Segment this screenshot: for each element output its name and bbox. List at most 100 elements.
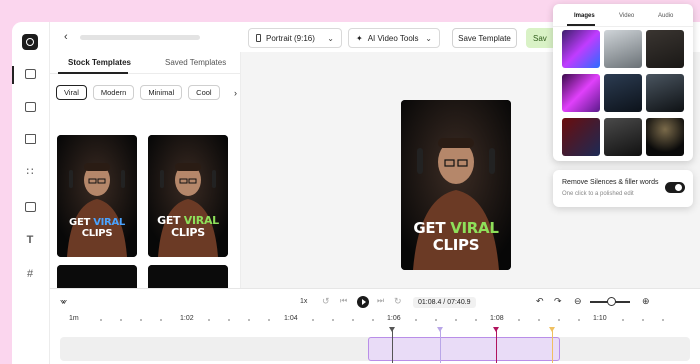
collapse-icon[interactable]: ⩖ [60,296,67,307]
tab-stock-templates[interactable]: Stock Templates [68,58,131,67]
ruler-label: 1:08 [490,315,504,322]
image-thumbnail[interactable] [604,118,642,156]
ruler-tick [208,319,210,321]
ruler-tick [475,319,477,321]
chip-cool[interactable]: Cool [188,85,220,100]
image-thumbnail[interactable] [604,74,642,112]
image-thumbnail[interactable] [604,30,642,68]
category-chips: Viral Modern Minimal Cool [56,85,220,100]
forward-icon[interactable]: ↻ [394,296,402,307]
format-dropdown[interactable]: Portrait (9:16) ⌄ [248,28,342,48]
ruler-tick [538,319,540,321]
remove-silences-toggle[interactable] [665,182,685,193]
marker-head-icon[interactable] [389,327,395,332]
format-label: Portrait (9:16) [266,33,315,43]
ruler-tick [578,319,580,321]
video-track[interactable] [60,337,690,361]
template-card[interactable]: GET VIRAL CLIPS [148,135,228,257]
save-template-button[interactable]: Save Template [452,28,517,48]
timeline-panel: ⩖ 1x ↺ ⏮ ⏭ ↻ 01:08.4 / 07:40.9 ↶ ↷ ⊖ ⊕ 1… [50,288,700,364]
play-button[interactable] [357,296,369,308]
caption-word: CLIPS [81,228,113,239]
playhead-head-icon[interactable] [493,327,499,332]
ai-tools-dropdown[interactable]: ✦ AI Video Tools ⌄ [348,28,440,48]
image-thumbnail[interactable] [646,118,684,156]
tab-images[interactable]: Images [574,13,595,19]
back-chevron-icon[interactable]: ‹ [64,31,68,43]
caption-word: CLIPS [432,236,480,254]
video-preview[interactable]: GET VIRAL CLIPS [401,100,511,270]
marker[interactable] [440,329,441,363]
marker[interactable] [552,329,553,363]
project-title-placeholder[interactable] [80,35,200,40]
tool-rail: ∷ T # [12,22,50,364]
marker-head-icon[interactable] [437,327,443,332]
ruler-label: 1:02 [180,315,194,322]
playhead[interactable] [496,329,497,363]
caption-highlight: VIRAL [450,219,499,237]
ruler-tick [642,319,644,321]
chevron-right-icon[interactable]: › [234,88,237,98]
ruler-label: 1:04 [284,315,298,322]
tab-audio[interactable]: Audio [658,13,673,19]
time-ruler[interactable]: 1m 1:02 1:04 1:06 1:08 1:10 [50,315,700,327]
ruler-tick [455,319,457,321]
ruler-label: 1:10 [593,315,607,322]
ruler-tick [120,319,122,321]
ruler-tick [160,319,162,321]
marker[interactable] [392,329,393,363]
image-thumbnail[interactable] [562,74,600,112]
elements-icon[interactable]: ∷ [23,166,37,178]
ruler-tick [415,319,417,321]
zoom-out-icon[interactable]: ⊖ [574,296,582,307]
rewind-icon[interactable]: ↺ [322,296,330,307]
tab-active-indicator [58,72,128,74]
marker-head-icon[interactable] [549,327,555,332]
preview-caption: GET VIRAL CLIPS [401,220,511,254]
image-icon[interactable] [23,202,37,214]
timecode: 01:08.4 / 07:40.9 [413,297,476,308]
ruler-tick [248,319,250,321]
divider [553,26,693,27]
ruler-tick [662,319,664,321]
ruler-tick [435,319,437,321]
templates-panel: Stock Templates Saved Templates Viral Mo… [50,52,241,310]
app-logo-icon[interactable] [22,34,38,50]
chip-minimal[interactable]: Minimal [140,85,183,100]
tab-saved-templates[interactable]: Saved Templates [165,58,226,67]
ruler-tick [352,319,354,321]
image-thumbnail[interactable] [646,74,684,112]
chip-viral[interactable]: Viral [56,85,87,100]
chip-modern[interactable]: Modern [92,85,135,100]
caption-word: CLIPS [171,226,205,239]
selected-clip[interactable] [368,337,560,361]
undo-icon[interactable]: ↶ [536,296,544,307]
ruler-label: 1m [69,315,79,322]
zoom-in-icon[interactable]: ⊕ [642,296,650,307]
ruler-tick [268,319,270,321]
tab-video[interactable]: Video [619,13,634,19]
templates-icon[interactable] [23,69,37,81]
template-card[interactable]: GET VIRAL CLIPS [57,135,137,257]
image-thumbnail[interactable] [646,30,684,68]
media-icon[interactable] [23,102,37,114]
sparkle-icon: ✦ [356,33,363,43]
hashtag-icon[interactable]: # [23,268,37,280]
image-thumbnail[interactable] [562,118,600,156]
next-icon[interactable]: ⏭ [377,296,384,306]
ruler-tick [228,319,230,321]
silence-title: Remove Silences & filler words [562,179,659,186]
image-thumbnail[interactable] [562,30,600,68]
redo-icon[interactable]: ↷ [554,296,562,307]
ruler-tick [140,319,142,321]
ruler-tick [332,319,334,321]
zoom-slider-handle[interactable] [607,297,616,306]
caption-word: GET [69,217,90,228]
chevron-down-icon: ⌄ [425,33,432,43]
remove-silences-card: Remove Silences & filler words One click… [553,170,693,207]
ruler-tick [372,319,374,321]
captions-icon[interactable] [23,134,37,146]
text-icon[interactable]: T [23,234,37,246]
previous-icon[interactable]: ⏮ [340,296,347,306]
speed-button[interactable]: 1x [300,298,307,305]
